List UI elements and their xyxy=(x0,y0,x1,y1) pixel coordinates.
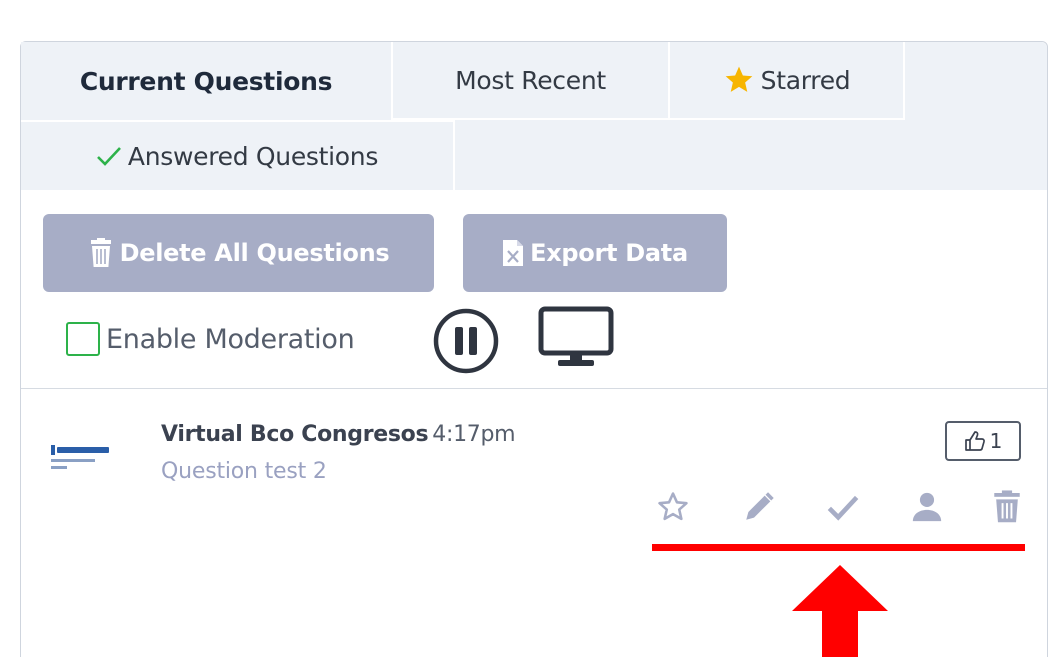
monitor-icon[interactable] xyxy=(538,306,614,374)
user-icon[interactable] xyxy=(905,485,949,529)
tab-most-recent[interactable]: Most Recent xyxy=(391,42,668,120)
tab-answered-questions-label: Answered Questions xyxy=(127,141,379,171)
delete-all-questions-label: Delete All Questions xyxy=(119,239,390,267)
like-button[interactable]: 1 xyxy=(945,421,1021,461)
tab-current-questions-label: Current Questions xyxy=(79,66,333,96)
tab-answered-questions[interactable]: Answered Questions xyxy=(21,120,455,190)
avatar xyxy=(51,439,131,479)
question-item: Virtual Bco Congresos 4:17pm Question tes… xyxy=(21,389,1047,657)
pause-circle-icon[interactable] xyxy=(431,306,501,380)
question-meta: Virtual Bco Congresos 4:17pm xyxy=(161,422,516,447)
tab-starred[interactable]: Starred xyxy=(668,42,905,120)
question-author: Virtual Bco Congresos xyxy=(161,422,429,447)
like-count: 1 xyxy=(989,429,1003,453)
export-data-button[interactable]: Export Data xyxy=(463,214,727,292)
checkmark-icon[interactable] xyxy=(821,485,865,529)
delete-all-questions-button[interactable]: Delete All Questions xyxy=(43,214,434,292)
star-icon xyxy=(723,64,755,96)
tab-most-recent-label: Most Recent xyxy=(455,65,606,95)
checkmark-icon xyxy=(96,145,122,167)
enable-moderation-toggle[interactable]: Enable Moderation xyxy=(66,314,355,364)
annotation-arrow-icon xyxy=(792,565,888,657)
question-time: 4:17pm xyxy=(432,422,516,447)
annotation-underline xyxy=(652,544,1025,551)
pencil-icon[interactable] xyxy=(737,485,781,529)
questions-panel: Current Questions Most Recent Starred An… xyxy=(20,41,1048,657)
tab-bar: Current Questions Most Recent Starred An… xyxy=(21,42,1047,190)
trash-icon[interactable] xyxy=(985,485,1029,529)
star-outline-icon[interactable] xyxy=(651,485,695,529)
question-text: Question test 2 xyxy=(161,459,327,484)
enable-moderation-label: Enable Moderation xyxy=(106,323,355,355)
thumbs-up-icon xyxy=(964,430,986,452)
export-data-label: Export Data xyxy=(530,239,688,267)
tab-starred-label: Starred xyxy=(760,65,851,95)
trash-icon xyxy=(88,238,114,268)
file-excel-icon xyxy=(502,239,524,267)
moderation-checkbox[interactable] xyxy=(66,322,100,356)
tab-current-questions[interactable]: Current Questions xyxy=(21,42,391,120)
